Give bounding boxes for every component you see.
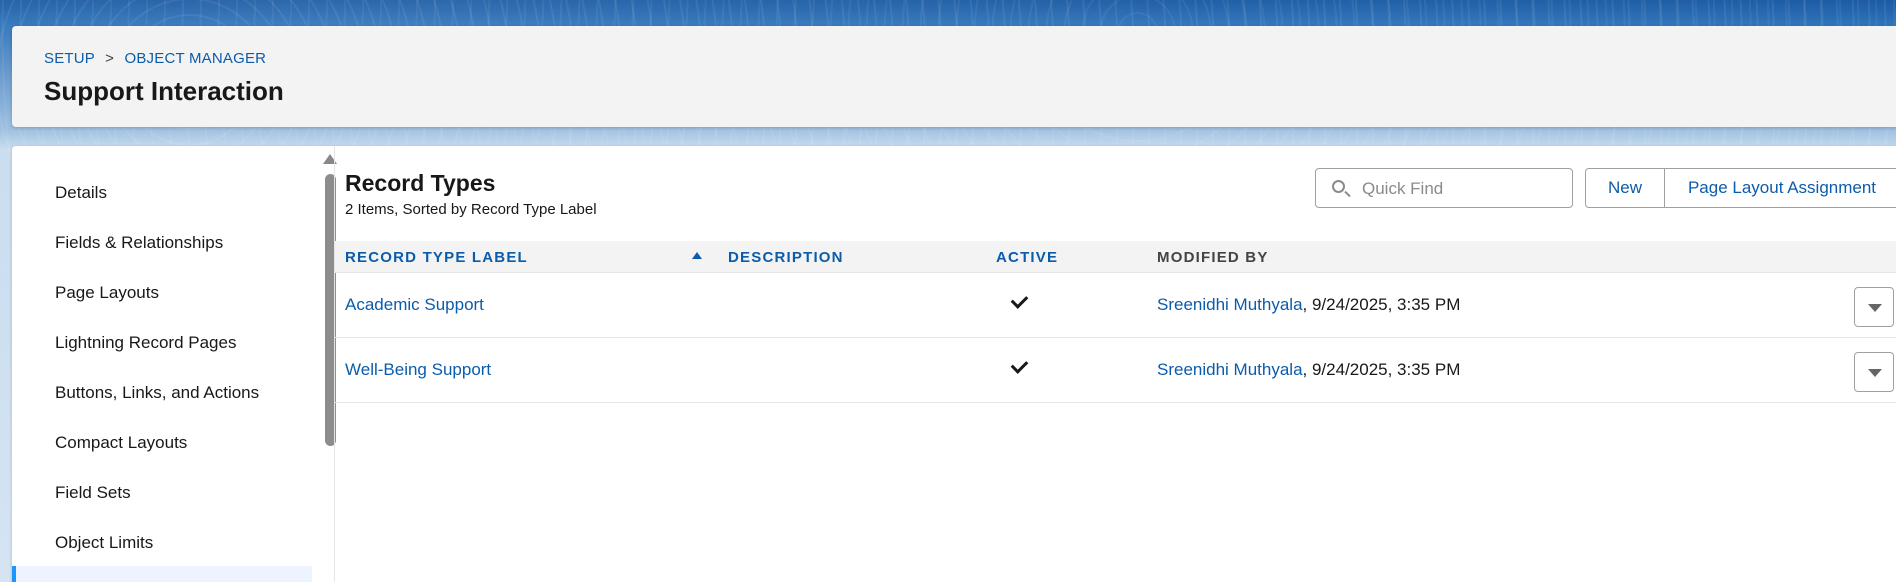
chevron-down-icon: [1868, 304, 1882, 312]
column-header-description[interactable]: DESCRIPTION: [728, 249, 844, 266]
chevron-down-icon: [1868, 369, 1882, 377]
quick-find[interactable]: [1315, 168, 1573, 208]
breadcrumb-object-manager[interactable]: OBJECT MANAGER: [124, 50, 266, 67]
table-header: RECORD TYPE LABEL DESCRIPTION ACTIVE MOD…: [335, 241, 1896, 273]
modified-by-user-link[interactable]: Sreenidhi Muthyala: [1157, 295, 1303, 314]
sort-ascending-icon[interactable]: [692, 252, 702, 259]
column-header-active[interactable]: ACTIVE: [996, 249, 1058, 266]
sidebar-item-object-limits[interactable]: Object Limits: [55, 533, 153, 553]
sidebar-item-lightning-record-pages[interactable]: Lightning Record Pages: [55, 333, 236, 353]
action-buttons: New Page Layout Assignment: [1585, 168, 1896, 208]
sidebar-item-compact-layouts[interactable]: Compact Layouts: [55, 433, 187, 453]
sidebar-item-selected[interactable]: [12, 566, 312, 582]
sidebar-item-field-sets[interactable]: Field Sets: [55, 483, 131, 503]
section-subtitle: 2 Items, Sorted by Record Type Label: [345, 201, 597, 218]
modified-date: , 9/24/2025, 3:35 PM: [1302, 295, 1461, 314]
modified-by-cell: Sreenidhi Muthyala, 9/24/2025, 3:35 PM: [1157, 295, 1460, 315]
page-layout-assignment-button[interactable]: Page Layout Assignment: [1665, 168, 1896, 208]
modified-by-cell: Sreenidhi Muthyala, 9/24/2025, 3:35 PM: [1157, 360, 1460, 380]
column-header-record-type-label[interactable]: RECORD TYPE LABEL: [345, 249, 528, 266]
page-title: Support Interaction: [44, 76, 284, 106]
section-title: Record Types: [345, 170, 496, 196]
table-row: Academic Support Sreenidhi Muthyala, 9/2…: [335, 273, 1896, 338]
sidebar-item-buttons-links-actions[interactable]: Buttons, Links, and Actions: [55, 383, 259, 403]
breadcrumb-setup[interactable]: SETUP: [44, 50, 95, 67]
row-actions-button[interactable]: [1854, 352, 1894, 392]
checkmark-icon: [1010, 356, 1029, 374]
column-header-modified-by: MODIFIED BY: [1157, 249, 1269, 266]
main-card: Details Fields & Relationships Page Layo…: [12, 146, 1896, 582]
sidebar-item-fields-relationships[interactable]: Fields & Relationships: [55, 233, 223, 253]
table-row: Well-Being Support Sreenidhi Muthyala, 9…: [335, 338, 1896, 403]
page-header: SETUP > OBJECT MANAGER Support Interacti…: [12, 26, 1896, 127]
row-actions-button[interactable]: [1854, 287, 1894, 327]
record-types-panel: Record Types 2 Items, Sorted by Record T…: [335, 146, 1896, 582]
modified-by-user-link[interactable]: Sreenidhi Muthyala: [1157, 360, 1303, 379]
modified-date: , 9/24/2025, 3:35 PM: [1302, 360, 1461, 379]
search-icon: [1332, 180, 1345, 193]
new-button[interactable]: New: [1585, 168, 1665, 208]
sidebar-item-page-layouts[interactable]: Page Layouts: [55, 283, 159, 303]
breadcrumb-separator: >: [105, 50, 115, 67]
record-type-link[interactable]: Academic Support: [345, 295, 484, 315]
record-type-link[interactable]: Well-Being Support: [345, 360, 491, 380]
checkmark-icon: [1010, 291, 1029, 309]
breadcrumb: SETUP > OBJECT MANAGER: [44, 50, 266, 67]
sidebar: Details Fields & Relationships Page Layo…: [12, 146, 312, 582]
quick-find-input[interactable]: [1360, 175, 1564, 203]
sidebar-item-details[interactable]: Details: [55, 183, 107, 203]
